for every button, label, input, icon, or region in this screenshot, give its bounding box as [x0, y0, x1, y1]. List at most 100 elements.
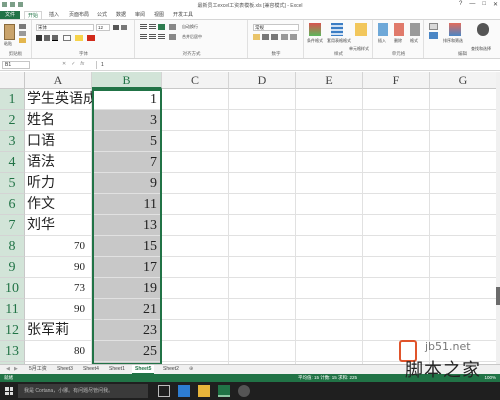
cell-a[interactable]: 姓名 — [25, 110, 92, 131]
italic-icon[interactable] — [44, 35, 50, 41]
paste-icon[interactable] — [4, 24, 15, 40]
cell-a[interactable]: 学生英语成绩 — [25, 89, 111, 110]
cell-a[interactable]: 80 — [25, 341, 92, 362]
cell-a[interactable]: 刘华 — [25, 215, 92, 236]
cell-d[interactable] — [229, 110, 296, 131]
cell-f[interactable] — [363, 152, 430, 173]
select-all-corner[interactable] — [0, 72, 25, 89]
cell-b[interactable]: 21 — [92, 299, 162, 320]
align-left-icon[interactable] — [140, 34, 147, 40]
row-header[interactable]: 6 — [0, 194, 25, 215]
cell-e[interactable] — [296, 215, 363, 236]
cell-c[interactable] — [162, 320, 229, 341]
cell-c[interactable] — [162, 110, 229, 131]
cell-c[interactable] — [162, 194, 229, 215]
increase-decimal-icon[interactable] — [281, 34, 288, 40]
cell-a[interactable]: 70 — [25, 236, 92, 257]
next-sheet-icon[interactable]: ▶ — [11, 365, 21, 374]
cell-b[interactable]: 5 — [92, 131, 162, 152]
tab-view[interactable]: 视图 — [151, 11, 167, 19]
cell-b[interactable]: 1 — [92, 89, 162, 110]
edge-browser-icon[interactable] — [178, 385, 190, 397]
cell-f[interactable] — [363, 299, 430, 320]
font-name-select[interactable]: 宋体 — [36, 24, 94, 31]
cell-b[interactable]: 3 — [92, 110, 162, 131]
row-header[interactable]: 9 — [0, 257, 25, 278]
cell-c[interactable] — [162, 215, 229, 236]
cell-g[interactable] — [430, 152, 496, 173]
cell-b[interactable]: 17 — [92, 257, 162, 278]
decrease-decimal-icon[interactable] — [290, 34, 297, 40]
insert-cells-icon[interactable] — [378, 23, 388, 36]
cell-a[interactable]: 听力 — [25, 173, 92, 194]
cell-b[interactable]: 23 — [92, 320, 162, 341]
cancel-icon[interactable]: ✕ — [62, 61, 66, 67]
scroll-thumb[interactable] — [496, 287, 500, 305]
tab-developer[interactable]: 开发工具 — [170, 11, 196, 19]
shrink-font-icon[interactable] — [121, 25, 127, 30]
column-header-d[interactable]: D — [229, 72, 296, 89]
excel-taskbar-icon[interactable] — [218, 385, 230, 397]
worksheet-grid[interactable]: ABCDEFG 123456789101112131415 学生英语成绩1姓名3… — [0, 72, 496, 364]
grow-font-icon[interactable] — [113, 25, 119, 30]
vertical-scrollbar[interactable] — [496, 72, 500, 364]
cell-b[interactable]: 9 — [92, 173, 162, 194]
align-middle-icon[interactable] — [149, 24, 156, 30]
cell-b[interactable]: 19 — [92, 278, 162, 299]
indent-icon[interactable] — [169, 34, 176, 40]
cell-c[interactable] — [162, 89, 229, 110]
tab-formulas[interactable]: 公式 — [94, 11, 110, 19]
cell-e[interactable] — [296, 173, 363, 194]
cell-c[interactable] — [162, 131, 229, 152]
cell-g[interactable] — [430, 299, 496, 320]
cell-g[interactable] — [430, 278, 496, 299]
align-bottom-icon[interactable] — [158, 24, 165, 30]
fill-color-icon[interactable] — [75, 35, 83, 41]
cell-e[interactable] — [296, 236, 363, 257]
cell-f[interactable] — [363, 236, 430, 257]
windows-start-icon[interactable] — [5, 387, 13, 395]
task-view-icon[interactable] — [158, 385, 170, 397]
file-explorer-icon[interactable] — [198, 385, 210, 397]
row-header[interactable]: 7 — [0, 215, 25, 236]
align-center-icon[interactable] — [149, 34, 156, 40]
tab-page-layout[interactable]: 页面布局 — [66, 11, 92, 19]
cell-e[interactable] — [296, 131, 363, 152]
new-sheet-icon[interactable]: ⊕ — [186, 365, 196, 374]
conditional-format-label[interactable]: 条件格式 — [307, 39, 323, 43]
tab-file[interactable]: 文件 — [0, 11, 20, 19]
cell-f[interactable] — [363, 110, 430, 131]
font-size-select[interactable]: 12 — [96, 24, 110, 31]
cell-f[interactable] — [363, 320, 430, 341]
tab-data[interactable]: 数据 — [113, 11, 129, 19]
cell-a[interactable]: 口语 — [25, 131, 92, 152]
cell-d[interactable] — [229, 194, 296, 215]
cell-e[interactable] — [296, 341, 363, 362]
cell-c[interactable] — [162, 299, 229, 320]
cell-g[interactable] — [430, 341, 496, 362]
format-cells-icon[interactable] — [410, 23, 420, 36]
cell-a[interactable]: 90 — [25, 257, 92, 278]
sheet-tab-sheet5[interactable]: Sheet5 — [132, 365, 155, 374]
insert-function-icon[interactable]: fx — [80, 61, 84, 67]
cell-d[interactable] — [229, 320, 296, 341]
row-header[interactable]: 8 — [0, 236, 25, 257]
font-color-icon[interactable] — [87, 35, 95, 41]
cell-e[interactable] — [296, 89, 363, 110]
cell-d[interactable] — [229, 173, 296, 194]
cortana-search-input[interactable]: 我是 Cortana，小娜。有问题尽管问我。 — [18, 384, 148, 398]
borders-icon[interactable] — [63, 35, 71, 41]
insert-cells-label[interactable]: 插入 — [378, 39, 386, 43]
fill-icon[interactable] — [429, 32, 438, 39]
cell-c[interactable] — [162, 173, 229, 194]
row-header[interactable]: 2 — [0, 110, 25, 131]
cell-a[interactable]: 张军莉 — [25, 320, 92, 341]
help-icon[interactable]: ? — [459, 1, 462, 8]
format-as-table-label[interactable]: 套用表格格式 — [327, 39, 351, 43]
cell-g[interactable] — [430, 320, 496, 341]
cell-b[interactable]: 13 — [92, 215, 162, 236]
delete-cells-label[interactable]: 删除 — [394, 39, 402, 43]
cell-g[interactable] — [430, 236, 496, 257]
column-header-g[interactable]: G — [430, 72, 496, 89]
cell-f[interactable] — [363, 131, 430, 152]
